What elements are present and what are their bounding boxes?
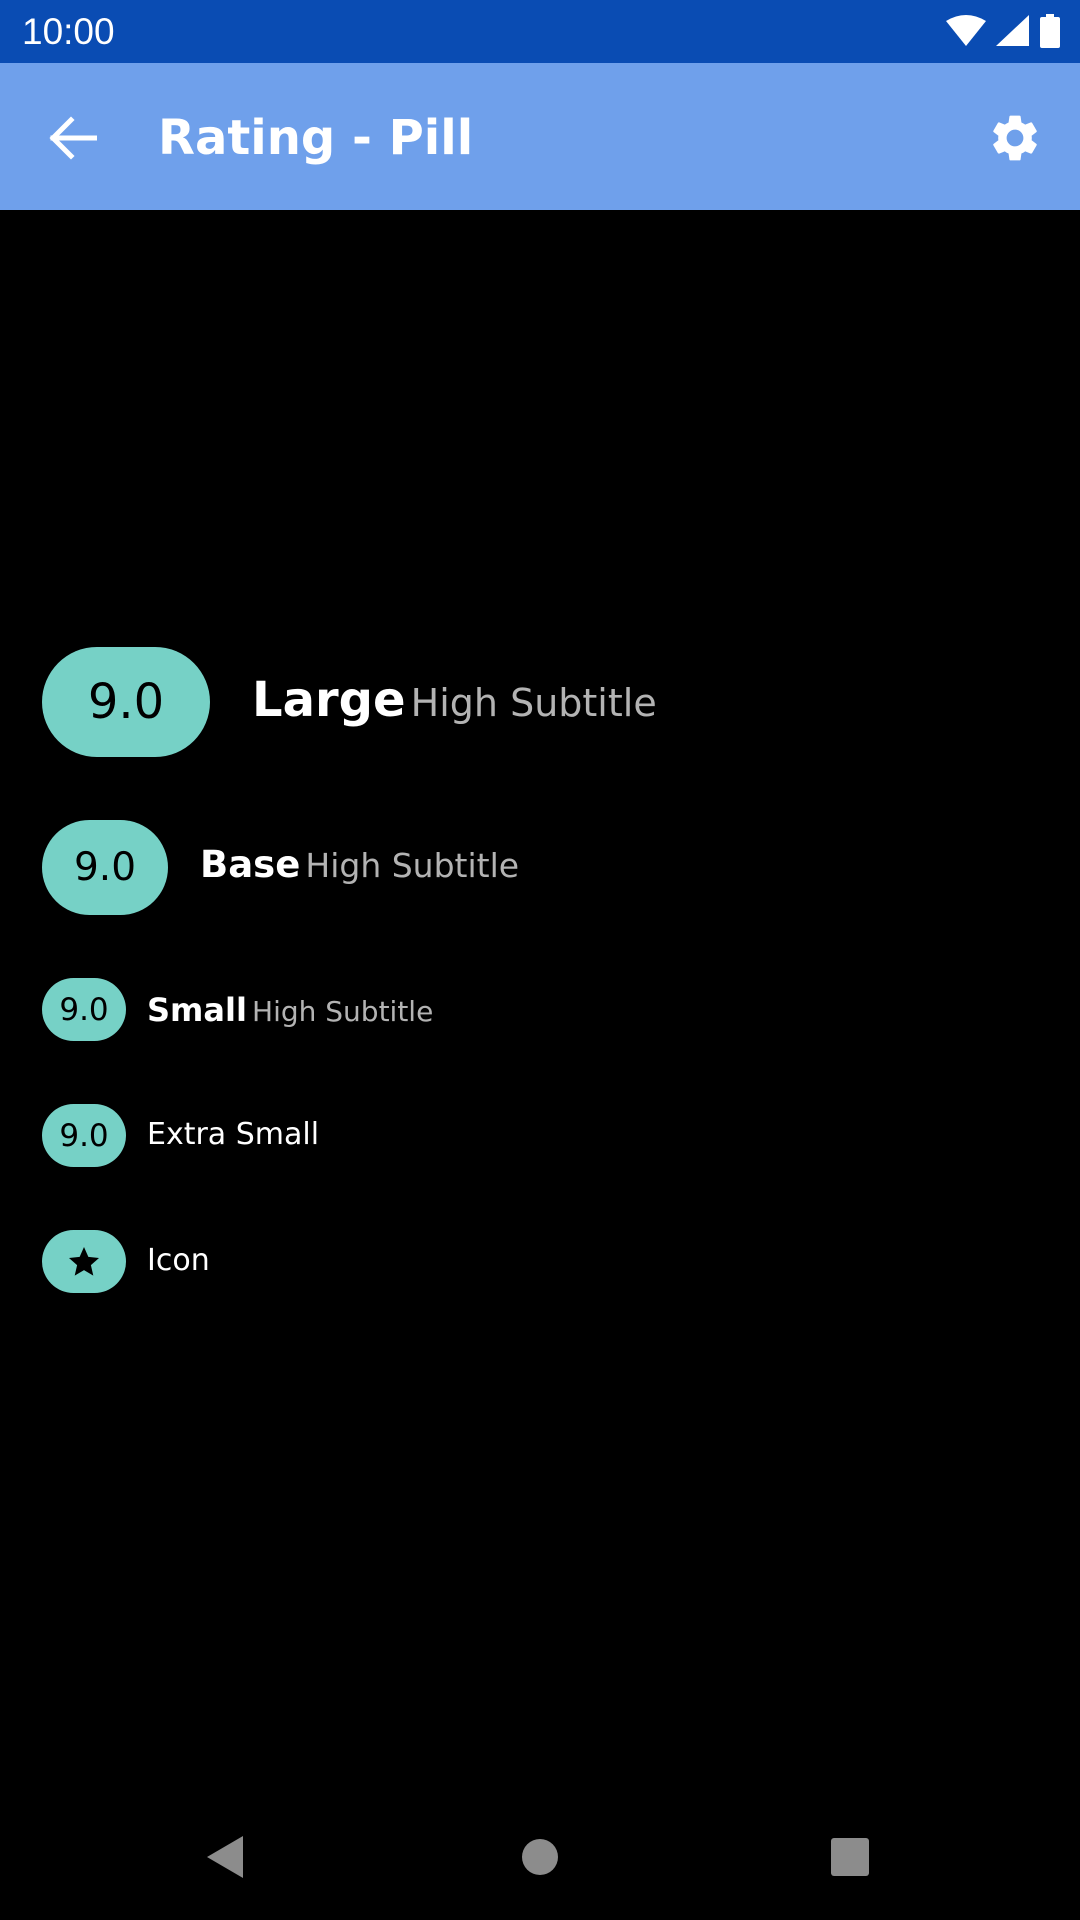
label-subtitle-small: High Subtitle — [252, 995, 434, 1028]
nav-recents-button[interactable] — [815, 1822, 885, 1892]
label-subtitle-large: High Subtitle — [410, 681, 657, 725]
label-title-small: Small — [147, 991, 247, 1029]
rating-pill-small: 9.0 — [42, 978, 126, 1041]
star-icon — [69, 1246, 99, 1276]
rating-value-base: 9.0 — [73, 845, 137, 890]
recents-square-icon — [831, 1838, 869, 1876]
rating-pill-large: 9.0 — [42, 647, 210, 757]
home-circle-icon — [522, 1839, 558, 1875]
gear-icon — [993, 115, 1037, 161]
label-title-large: Large — [252, 672, 406, 728]
rating-value-large: 9.0 — [87, 674, 165, 730]
label-subtitle-base: High Subtitle — [305, 846, 520, 885]
rating-pill-base: 9.0 — [42, 820, 168, 915]
back-triangle-icon — [207, 1836, 243, 1878]
status-bar: 10:00 — [0, 0, 1080, 63]
app-bar: Rating - Pill — [0, 63, 1080, 210]
label-large: Large High Subtitle — [252, 672, 657, 728]
rating-pill-icon — [42, 1230, 126, 1293]
rating-value-extra-small: 9.0 — [59, 1117, 109, 1154]
back-button[interactable] — [38, 103, 108, 173]
rating-value-small: 9.0 — [59, 991, 109, 1028]
label-base: Base High Subtitle — [200, 843, 519, 886]
nav-home-button[interactable] — [505, 1822, 575, 1892]
label-extra-small: Extra Small — [147, 1117, 320, 1152]
settings-button[interactable] — [980, 103, 1050, 173]
navigation-bar — [0, 1792, 1080, 1920]
status-time: 10:00 — [22, 11, 115, 52]
rating-pill-extra-small: 9.0 — [42, 1104, 126, 1167]
label-icon: Icon — [147, 1243, 210, 1278]
label-title-base: Base — [200, 843, 301, 886]
signal-icon — [996, 15, 1029, 46]
arrow-back-icon — [49, 116, 97, 160]
page-title: Rating - Pill — [158, 110, 474, 166]
battery-icon — [1040, 14, 1060, 48]
status-icons — [946, 14, 1060, 48]
nav-back-button[interactable] — [190, 1822, 260, 1892]
label-small: Small High Subtitle — [147, 991, 433, 1029]
wifi-icon — [946, 15, 986, 46]
